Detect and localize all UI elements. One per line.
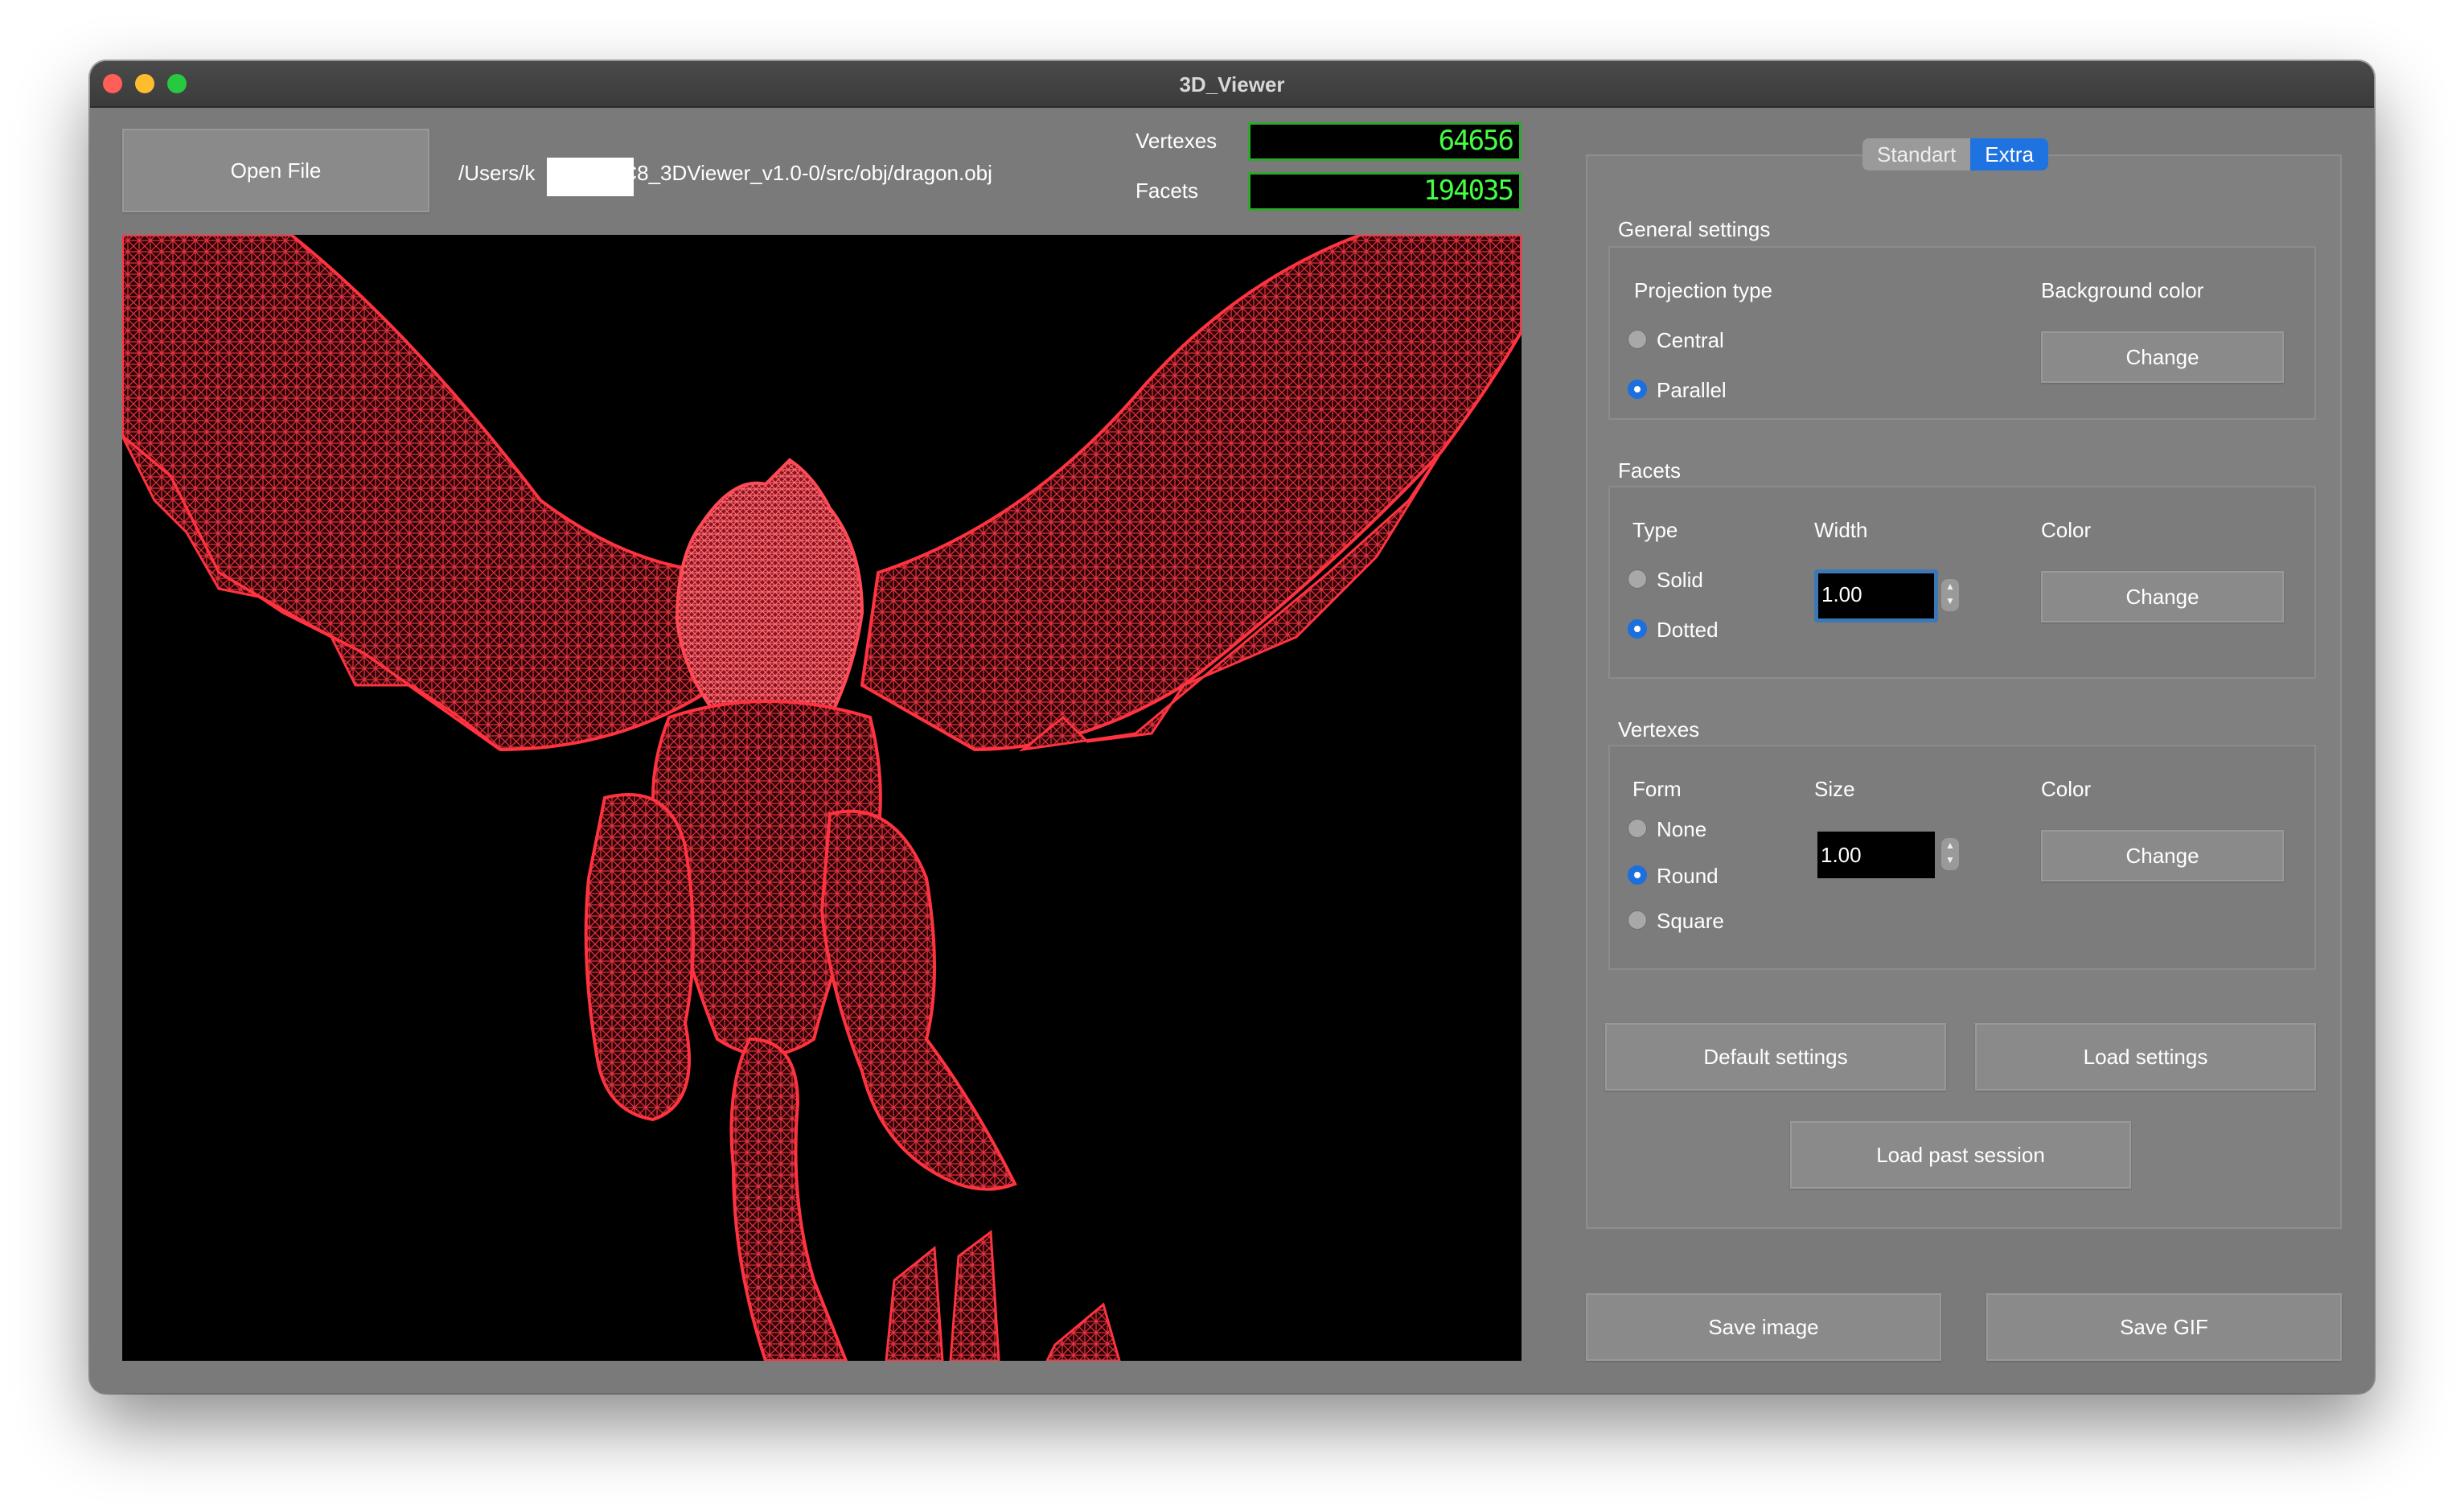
vertexes-title: Vertexes xyxy=(1618,717,1700,742)
facet-width-label: Width xyxy=(1814,518,1868,542)
right-wing xyxy=(860,235,1522,752)
dragon-tail xyxy=(729,1037,848,1361)
facet-color-change-button[interactable]: Change xyxy=(2041,571,2284,622)
file-path-prefix: /Users/k xyxy=(458,161,536,185)
settings-tabs: Standart Extra xyxy=(1862,138,2048,171)
tab-standart[interactable]: Standart xyxy=(1862,138,1971,171)
vertexes-count-display: 64656 xyxy=(1248,122,1522,161)
vertex-form-label: Form xyxy=(1632,777,1682,801)
central-radio[interactable] xyxy=(1628,330,1647,349)
file-path-suffix: C8_3DViewer_v1.0-0/src/obj/dragon.obj xyxy=(622,161,992,185)
dragon-head xyxy=(675,458,864,741)
central-label: Central xyxy=(1657,328,1724,352)
save-gif-button[interactable]: Save GIF xyxy=(1986,1293,2342,1361)
vertexes-count-label: Vertexes xyxy=(1135,129,1218,153)
left-wing xyxy=(122,235,736,752)
general-settings-title: General settings xyxy=(1618,217,1771,241)
window-title: 3D_Viewer xyxy=(1179,72,1285,97)
facets-count-display: 194035 xyxy=(1248,172,1522,211)
load-settings-button[interactable]: Load settings xyxy=(1975,1023,2316,1091)
default-settings-button[interactable]: Default settings xyxy=(1605,1023,1946,1091)
facet-type-label: Type xyxy=(1632,518,1678,542)
round-radio[interactable] xyxy=(1628,865,1647,885)
tab-extra[interactable]: Extra xyxy=(1970,138,2048,171)
vertex-color-change-button[interactable]: Change xyxy=(2041,830,2284,881)
right-arm xyxy=(819,809,1017,1191)
facet-width-input[interactable]: 1.00 xyxy=(1814,569,1938,622)
square-radio[interactable] xyxy=(1628,910,1647,930)
facets-count-label: Facets xyxy=(1135,179,1199,203)
projection-type-label: Projection type xyxy=(1634,278,1772,302)
solid-label: Solid xyxy=(1657,568,1703,592)
model-viewport[interactable] xyxy=(122,235,1522,1361)
vertex-size-label: Size xyxy=(1814,777,1855,801)
facet-color-label: Color xyxy=(2041,518,2092,542)
open-file-button[interactable]: Open File xyxy=(122,129,429,212)
vertex-color-label: Color xyxy=(2041,777,2092,801)
redacted-username xyxy=(547,158,634,196)
background-color-change-button[interactable]: Change xyxy=(2041,331,2284,383)
square-label: Square xyxy=(1657,909,1724,933)
dotted-radio[interactable] xyxy=(1628,619,1647,639)
round-label: Round xyxy=(1657,864,1719,888)
none-label: None xyxy=(1657,817,1707,841)
dragon-wireframe xyxy=(122,235,1522,1361)
file-path-label: /Users/k C8_3DViewer_v1.0-0/src/obj/drago… xyxy=(458,161,992,186)
none-radio[interactable] xyxy=(1628,819,1647,838)
parallel-label: Parallel xyxy=(1657,378,1727,402)
vertex-size-input[interactable]: 1.00 xyxy=(1817,832,1935,878)
load-past-session-button[interactable]: Load past session xyxy=(1790,1121,2131,1189)
facet-width-stepper[interactable]: ▲ ▼ xyxy=(1941,579,1959,611)
save-image-button[interactable]: Save image xyxy=(1586,1293,1941,1361)
background-color-label: Background color xyxy=(2041,278,2204,302)
left-arm xyxy=(584,793,695,1122)
facets-title: Facets xyxy=(1618,458,1682,483)
solid-radio[interactable] xyxy=(1628,569,1647,589)
title-bar: 3D_Viewer xyxy=(90,61,2374,108)
vertex-size-stepper[interactable]: ▲ ▼ xyxy=(1941,838,1959,870)
dotted-label: Dotted xyxy=(1657,618,1719,642)
parallel-radio[interactable] xyxy=(1628,380,1647,399)
